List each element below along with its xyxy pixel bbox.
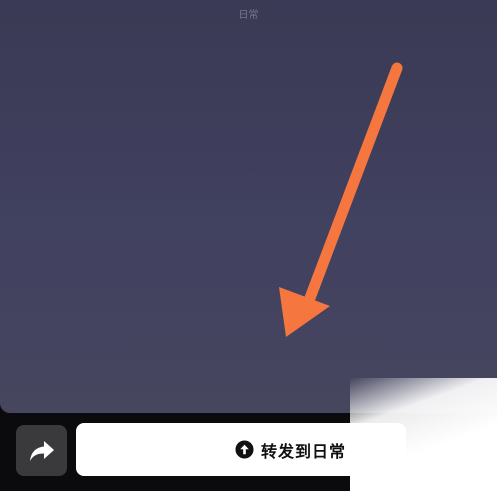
watermark-overlay <box>350 378 497 491</box>
pointer-arrow-icon <box>279 62 403 337</box>
forward-button-label: 转发到日常 <box>260 441 346 461</box>
screen: 日常 转发到日常 <box>0 0 497 491</box>
share-forward-icon <box>29 440 54 461</box>
forward-button-content: 转发到日常 <box>235 438 346 462</box>
share-button[interactable] <box>16 425 67 476</box>
media-content-area: 日常 <box>0 0 497 413</box>
arrow-up-circle-icon <box>235 440 254 459</box>
